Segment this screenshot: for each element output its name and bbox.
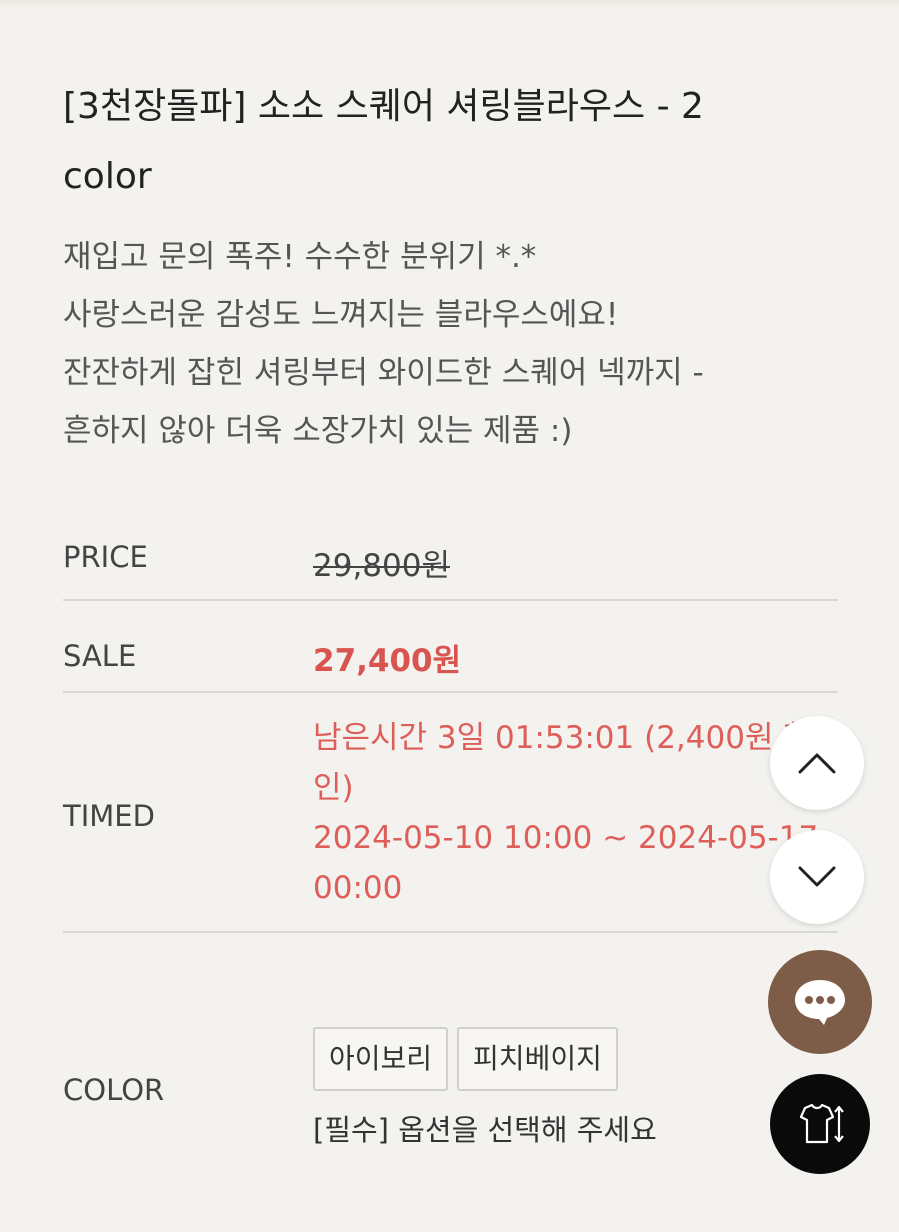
sale-label: SALE (63, 639, 137, 673)
timed-sale-info: 남은시간 3일 01:53:01 (2,400원 할인) 2024-05-10 … (313, 713, 843, 913)
product-info-table: PRICE 29,800원 SALE 27,400원 TIMED 남은시간 3일… (63, 510, 838, 1203)
scroll-down-button[interactable] (770, 830, 864, 924)
option-required-notice: [필수] 옵션을 선택해 주세요 (313, 1113, 657, 1147)
color-options: 아이보리 피치베이지 (313, 1027, 618, 1091)
price-row: PRICE 29,800원 (63, 510, 838, 601)
sale-row: SALE 27,400원 (63, 601, 838, 693)
chevron-up-icon (798, 753, 836, 774)
color-label: COLOR (63, 1073, 165, 1107)
description-line: 흔하지 않아 더욱 소장가치 있는 제품 :) (63, 413, 573, 449)
sale-price: 27,400원 (313, 643, 462, 679)
size-guide-button[interactable] (770, 1074, 870, 1174)
description-line: 잔잔하게 잡힌 셔링부터 와이드한 스퀘어 넥까지 - (63, 355, 704, 391)
chat-bubble-icon (795, 980, 845, 1025)
timed-period: 2024-05-10 10:00 ~ 2024-05-17 00:00 (313, 820, 819, 906)
color-option-ivory[interactable]: 아이보리 (313, 1027, 449, 1091)
original-price: 29,800원 (313, 548, 450, 584)
shirt-size-icon (799, 1103, 844, 1144)
description-line: 재입고 문의 폭주! 수수한 분위기 *.* (63, 239, 537, 275)
product-title: [3천장돌파] 소소 스퀘어 셔링블라우스 - 2 color (63, 86, 704, 197)
chevron-down-icon (798, 866, 836, 887)
color-option-peach-beige[interactable]: 피치베이지 (457, 1027, 618, 1091)
description-line: 사랑스러운 감성도 느껴지는 블라우스에요! (63, 297, 619, 333)
scroll-up-button[interactable] (770, 716, 864, 810)
chat-button[interactable] (768, 950, 872, 1054)
timed-remaining: 남은시간 3일 01:53:01 (2,400원 할인) (313, 720, 812, 806)
timed-sale-row: TIMED 남은시간 3일 01:53:01 (2,400원 할인) 2024-… (63, 693, 838, 933)
product-description: 재입고 문의 폭주! 수수한 분위기 *.* 사랑스러운 감성도 느껴지는 블라… (63, 228, 843, 460)
top-strip (0, 0, 899, 8)
price-label: PRICE (63, 540, 148, 574)
color-row: COLOR 아이보리 피치베이지 [필수] 옵션을 선택해 주세요 (63, 933, 838, 1203)
timed-label: TIMED (63, 799, 155, 833)
